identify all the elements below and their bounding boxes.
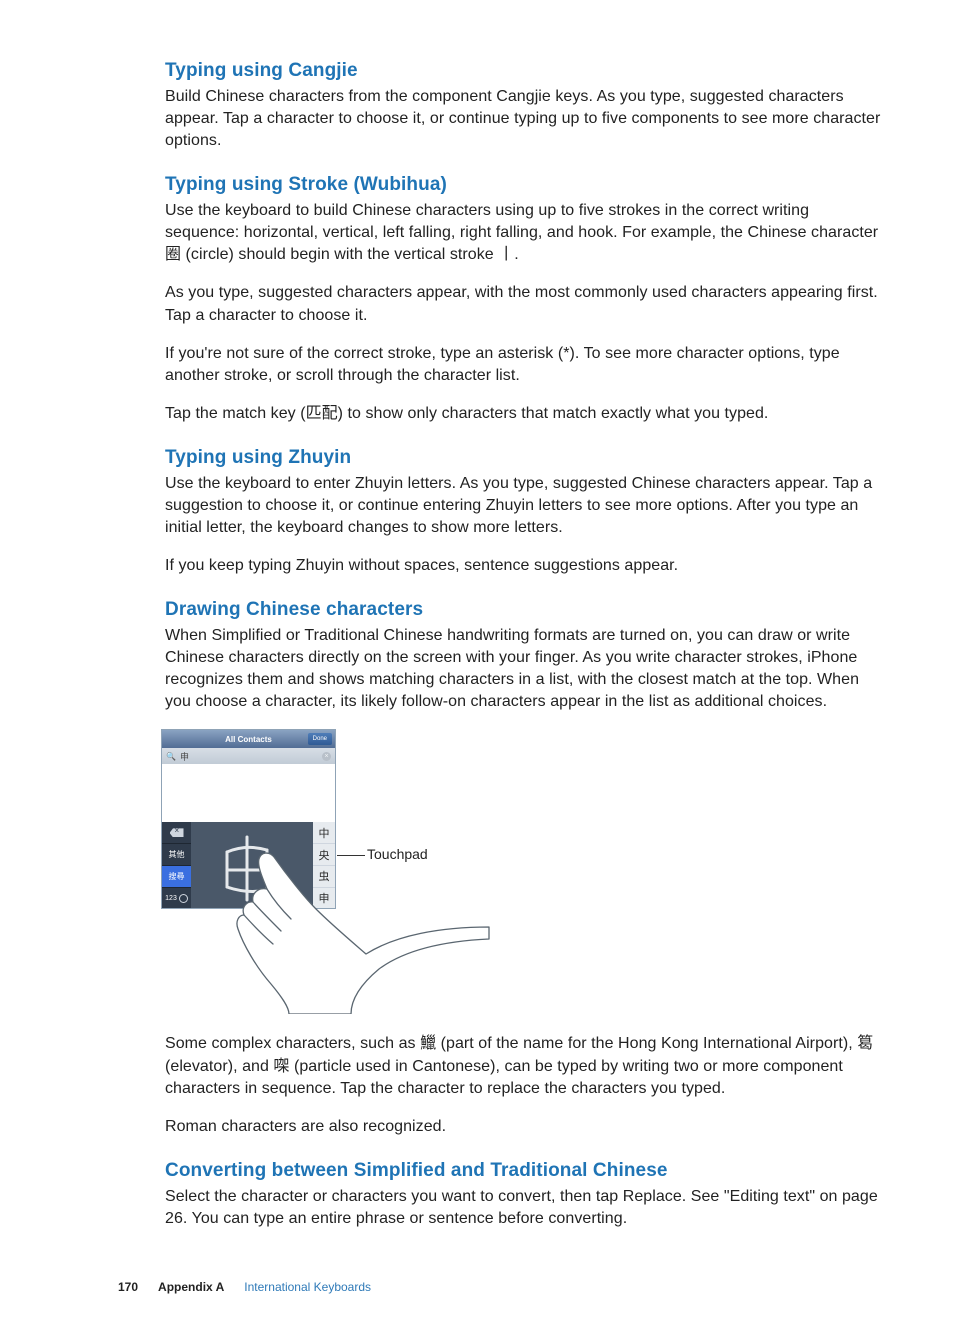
contact-list <box>162 764 335 822</box>
suggestion-column: 中 央 虫 申 <box>313 822 335 908</box>
para-stroke-1: Use the keyboard to build Chinese charac… <box>165 200 884 266</box>
para-drawing-1: When Simplified or Traditional Chinese h… <box>165 625 884 713</box>
para-stroke-4: Tap the match key (匹配) to show only char… <box>165 403 884 425</box>
page-footer: 170 Appendix A International Keyboards <box>0 1280 954 1294</box>
backspace-icon <box>170 828 184 837</box>
para-zhuyin-1: Use the keyboard to enter Zhuyin letters… <box>165 473 884 539</box>
handwriting-keyboard: 其他 搜尋 123 <box>162 822 335 908</box>
handwriting-figure: All Contacts Done 🔍 申 × 其他 搜尋 123 <box>161 729 541 1009</box>
globe-icon <box>179 894 188 903</box>
search-bar: 🔍 申 × <box>162 748 335 764</box>
search-text: 申 <box>180 750 189 763</box>
suggestion-4: 申 <box>313 887 335 909</box>
navbar: All Contacts Done <box>162 730 335 748</box>
navbar-title: All Contacts <box>225 735 272 744</box>
callout-line <box>337 855 365 856</box>
backspace-key <box>162 822 191 843</box>
para-convert-1: Select the character or characters you w… <box>165 1186 884 1230</box>
suggestion-1: 中 <box>313 822 335 843</box>
touchpad-area <box>191 822 313 908</box>
para-zhuyin-2: If you keep typing Zhuyin without spaces… <box>165 555 884 577</box>
appendix-label: Appendix A <box>158 1280 224 1294</box>
para-drawing-3: Roman characters are also recognized. <box>165 1116 884 1138</box>
para-stroke-3: If you're not sure of the correct stroke… <box>165 343 884 387</box>
heading-drawing: Drawing Chinese characters <box>165 599 884 621</box>
callout-touchpad: Touchpad <box>367 846 428 862</box>
keyboard-left-column: 其他 搜尋 123 <box>162 822 191 908</box>
clear-icon: × <box>322 752 331 761</box>
para-stroke-2: As you type, suggested characters appear… <box>165 282 884 326</box>
done-button: Done <box>308 733 332 745</box>
heading-cangjie: Typing using Cangjie <box>165 60 884 82</box>
para-cangjie-1: Build Chinese characters from the compon… <box>165 86 884 152</box>
breadcrumb: International Keyboards <box>244 1280 371 1294</box>
search-icon: 🔍 <box>166 752 176 761</box>
heading-zhuyin: Typing using Zhuyin <box>165 447 884 469</box>
para-drawing-2: Some complex characters, such as 鱲 (part… <box>165 1033 884 1099</box>
search-key: 搜尋 <box>162 865 191 887</box>
drawn-character-icon <box>191 822 313 908</box>
phone-mock: All Contacts Done 🔍 申 × 其他 搜尋 123 <box>161 729 336 909</box>
page-number: 170 <box>118 1280 138 1294</box>
heading-stroke: Typing using Stroke (Wubihua) <box>165 174 884 196</box>
suggestion-3: 虫 <box>313 865 335 887</box>
heading-convert: Converting between Simplified and Tradit… <box>165 1160 884 1182</box>
numbers-key: 123 <box>162 887 191 909</box>
other-key: 其他 <box>162 843 191 865</box>
suggestion-2: 央 <box>313 843 335 865</box>
